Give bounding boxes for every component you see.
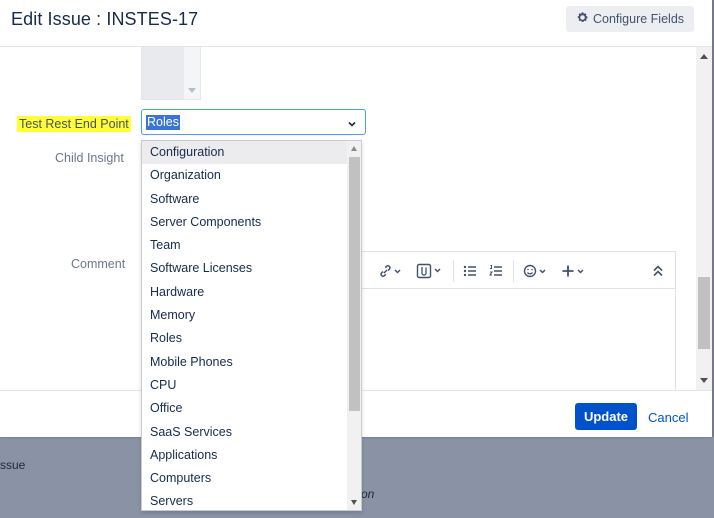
option-item[interactable]: Software (142, 188, 347, 211)
collapse-icon[interactable] (652, 263, 664, 279)
update-button[interactable]: Update (575, 403, 637, 430)
scroll-up-icon[interactable] (351, 146, 357, 151)
option-item[interactable]: CPU (142, 374, 347, 397)
link-icon[interactable] (378, 263, 404, 279)
background-on-text: on (361, 487, 375, 501)
dialog-title: Edit Issue : INSTES-17 (11, 9, 199, 29)
option-item[interactable]: Team (142, 234, 347, 257)
options-list: Configuration Organization Software Serv… (142, 141, 347, 510)
comment-label: Comment (71, 257, 126, 271)
background-issue-text: ssue (0, 458, 26, 472)
option-item[interactable]: Office (142, 397, 347, 420)
test-rest-end-point-label: Test Rest End Point (17, 116, 131, 132)
option-item[interactable]: Computers (142, 467, 347, 490)
test-rest-end-point-select[interactable]: Roles (141, 109, 366, 135)
toolbar-divider (513, 260, 514, 282)
selected-value: Roles (146, 115, 180, 130)
configure-fields-label: Configure Fields (593, 12, 685, 26)
textarea-fill (142, 47, 184, 99)
option-item[interactable]: Applications (142, 444, 347, 467)
scroll-down-icon[interactable] (351, 500, 357, 505)
options-scrollbar[interactable] (347, 141, 361, 510)
chevron-down-icon (188, 88, 196, 93)
option-item[interactable]: Roles (142, 327, 347, 350)
insert-plus-icon[interactable] (561, 263, 587, 279)
child-insight-label: Child Insight (55, 151, 124, 165)
option-item[interactable]: Memory (142, 304, 347, 327)
option-item[interactable]: SaaS Services (142, 421, 347, 444)
scroll-thumb[interactable] (698, 277, 710, 349)
gear-icon (576, 11, 593, 27)
option-item[interactable]: Servers (142, 490, 347, 510)
option-item[interactable]: Server Components (142, 211, 347, 234)
bullet-list-icon[interactable] (463, 263, 477, 279)
dialog-header: Edit Issue : INSTES-17 Configure Fields (0, 0, 712, 47)
emoji-icon[interactable] (523, 263, 549, 279)
comment-editor[interactable] (360, 251, 676, 390)
scroll-down-icon[interactable] (700, 378, 708, 383)
toolbar-divider (453, 260, 454, 282)
configure-fields-button[interactable]: Configure Fields (566, 6, 694, 32)
option-item[interactable]: Configuration (142, 141, 347, 165)
option-item[interactable]: Mobile Phones (142, 351, 347, 374)
option-item[interactable]: Organization (142, 164, 347, 187)
attachment-icon[interactable] (416, 263, 444, 279)
option-item[interactable]: Hardware (142, 281, 347, 304)
numbered-list-icon[interactable] (489, 263, 503, 279)
test-rest-end-point-options[interactable]: Configuration Organization Software Serv… (141, 140, 362, 511)
scroll-thumb[interactable] (349, 157, 360, 411)
editor-toolbar (361, 252, 675, 289)
previous-field-textarea[interactable] (141, 47, 201, 100)
dialog-scrollbar[interactable] (696, 47, 712, 390)
chevron-down-icon (347, 116, 357, 134)
cancel-link[interactable]: Cancel (648, 410, 688, 425)
scroll-up-icon[interactable] (700, 54, 708, 59)
option-item[interactable]: Software Licenses (142, 257, 347, 280)
